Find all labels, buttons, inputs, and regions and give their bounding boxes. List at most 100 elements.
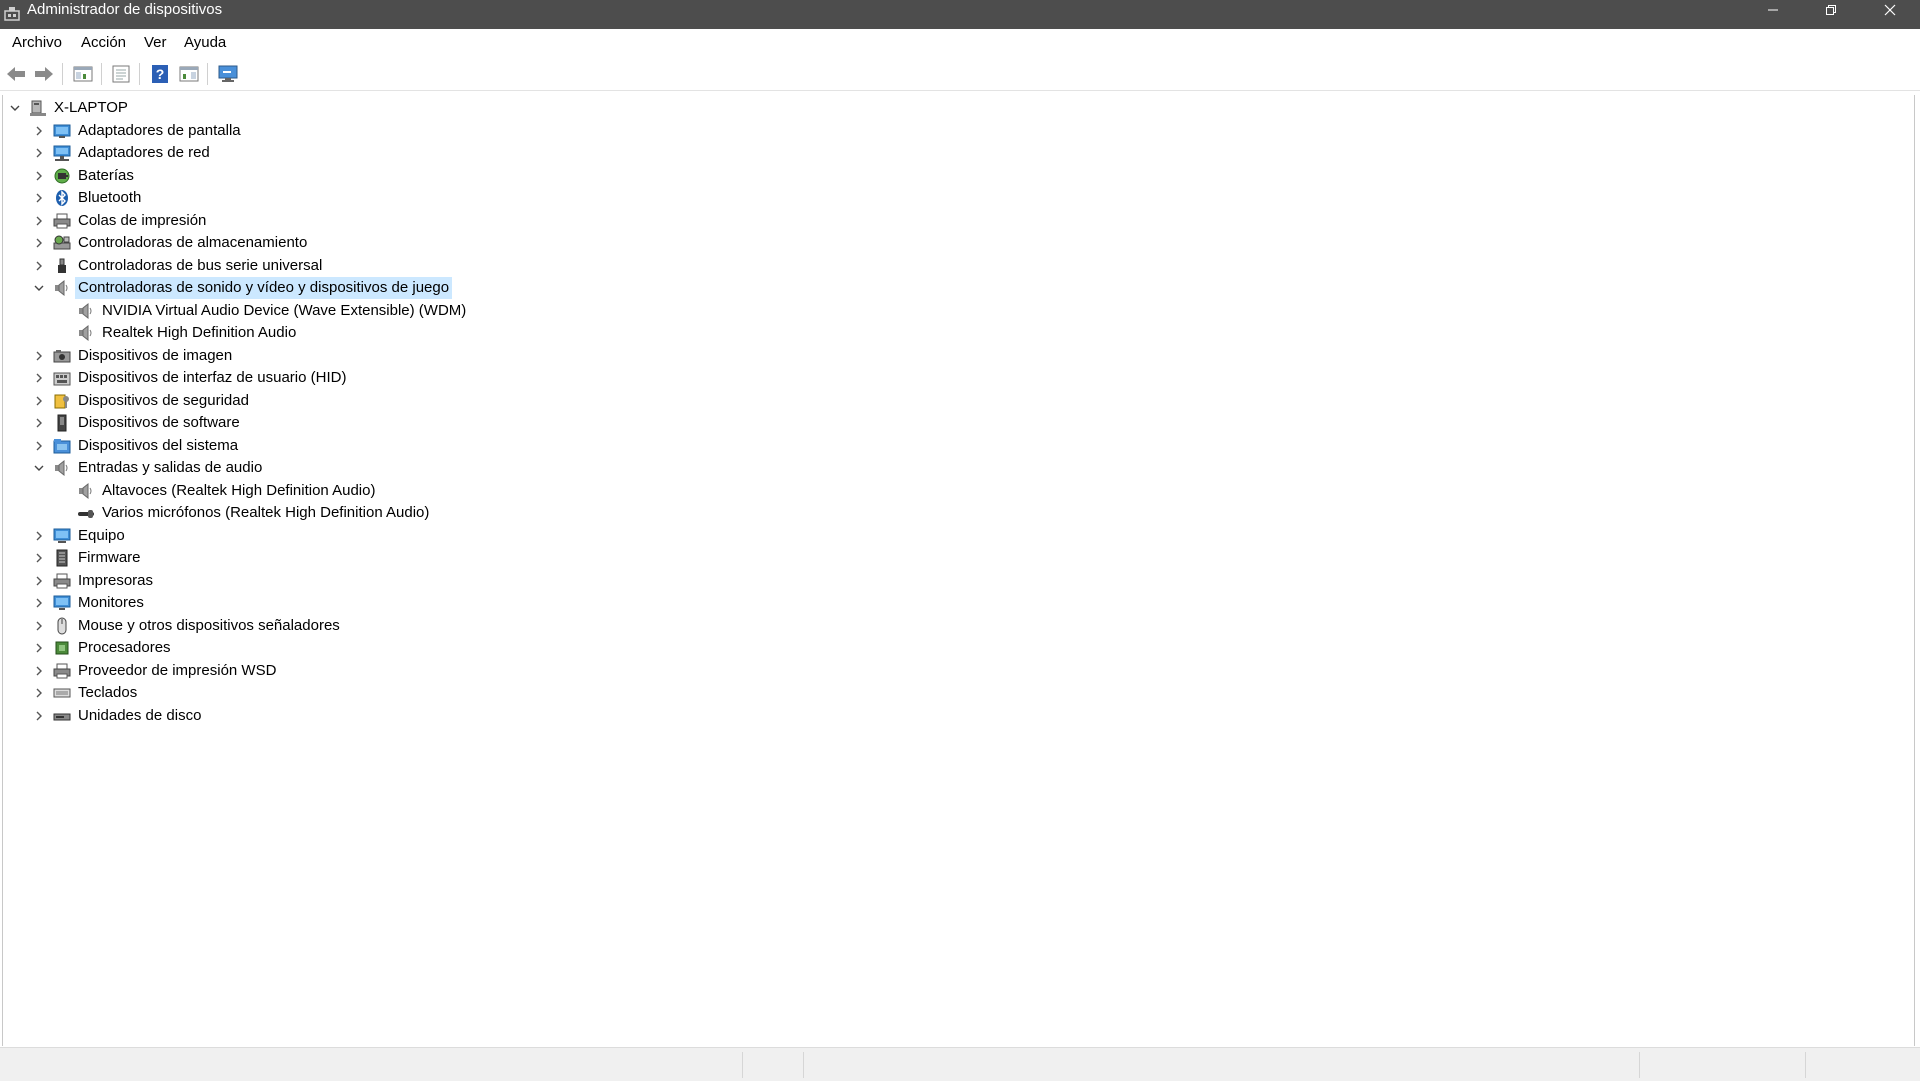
expand-chevron-icon[interactable] <box>31 232 47 254</box>
category-controladoras-de-bus-serie-universal[interactable]: Controladoras de bus serie universal <box>31 255 325 277</box>
collapse-chevron-icon[interactable] <box>7 97 23 119</box>
category-label: Unidades de disco <box>78 706 202 724</box>
title-bar[interactable]: Administrador de dispositivos <box>0 0 1920 29</box>
category-label: Dispositivos de seguridad <box>78 391 249 409</box>
category-impresoras[interactable]: Impresoras <box>31 570 156 592</box>
tree-root-label: X-LAPTOP <box>54 99 128 116</box>
device-varios-microfonos-realtek-high-definitio[interactable]: Varios micrófonos (Realtek High Definiti… <box>55 502 432 524</box>
category-procesadores[interactable]: Procesadores <box>31 637 174 659</box>
expand-chevron-icon[interactable] <box>31 142 47 164</box>
category-dispositivos-de-software[interactable]: Dispositivos de software <box>31 412 243 434</box>
usb-icon <box>53 257 71 275</box>
storage-controller-icon <box>53 234 71 252</box>
expand-chevron-icon[interactable] <box>31 637 47 659</box>
expand-chevron-icon[interactable] <box>31 255 47 277</box>
speaker-icon <box>77 324 95 342</box>
device-label: NVIDIA Virtual Audio Device (Wave Extens… <box>102 301 467 319</box>
device-altavoces-realtek-high-definition-audio[interactable]: Altavoces (Realtek High Definition Audio… <box>55 480 378 502</box>
expand-chevron-icon[interactable] <box>31 412 47 434</box>
expand-chevron-icon[interactable] <box>31 367 47 389</box>
expand-chevron-icon[interactable] <box>31 570 47 592</box>
category-label: Teclados <box>78 684 138 701</box>
category-dispositivos-de-seguridad[interactable]: Dispositivos de seguridad <box>31 390 252 412</box>
device-tree[interactable]: X-LAPTOP Adaptadores de pantalla Adaptado… <box>2 95 1915 1046</box>
category-label: Equipo <box>78 526 125 544</box>
back-button[interactable] <box>4 62 28 86</box>
category-label: Entradas y salidas de audio <box>78 459 263 476</box>
expand-chevron-icon[interactable] <box>31 547 47 569</box>
tree-root[interactable]: X-LAPTOP <box>7 97 131 119</box>
back-icon <box>7 67 25 81</box>
device-label: Altavoces (Realtek High Definition Audio… <box>102 481 376 499</box>
category-adaptadores-de-pantalla[interactable]: Adaptadores de pantalla <box>31 120 244 142</box>
restore-icon <box>1826 5 1836 15</box>
collapse-chevron-icon[interactable] <box>31 457 47 479</box>
category-label: Controladoras de bus serie universal <box>78 256 323 274</box>
expand-chevron-icon[interactable] <box>31 390 47 412</box>
expand-chevron-icon[interactable] <box>31 435 47 457</box>
category-controladoras-de-sonido-y-video-y-dispos[interactable]: Controladoras de sonido y vídeo y dispos… <box>31 277 453 299</box>
category-proveedor-de-impresion-wsd[interactable]: Proveedor de impresión WSD <box>31 660 279 682</box>
category-label: Dispositivos del sistema <box>78 436 239 454</box>
menu-ayuda[interactable]: Ayuda <box>182 29 228 57</box>
category-controladoras-de-almacenamiento[interactable]: Controladoras de almacenamiento <box>31 232 310 254</box>
category-monitores[interactable]: Monitores <box>31 592 147 614</box>
category-bluetooth[interactable]: Bluetooth <box>31 187 144 209</box>
expand-chevron-icon[interactable] <box>31 210 47 232</box>
category-dispositivos-del-sistema[interactable]: Dispositivos del sistema <box>31 435 241 457</box>
category-label: Impresoras <box>78 571 154 589</box>
device-nvidia-virtual-audio-device-wave-extensi[interactable]: NVIDIA Virtual Audio Device (Wave Extens… <box>55 300 469 322</box>
category-label: Bluetooth <box>78 189 142 206</box>
category-teclados[interactable]: Teclados <box>31 682 140 704</box>
category-colas-de-impresion[interactable]: Colas de impresión <box>31 210 209 232</box>
expand-chevron-icon[interactable] <box>31 525 47 547</box>
category-label: Adaptadores de pantalla <box>78 121 241 139</box>
category-adaptadores-de-red[interactable]: Adaptadores de red <box>31 142 213 164</box>
close-button[interactable] <box>1867 0 1913 20</box>
help-button[interactable]: ? <box>148 62 172 86</box>
category-dispositivos-de-interfaz-de-usuario-hid[interactable]: Dispositivos de interfaz de usuario (HID… <box>31 367 349 389</box>
expand-chevron-icon[interactable] <box>31 187 47 209</box>
collapse-chevron-icon[interactable] <box>31 277 47 299</box>
category-baterias[interactable]: Baterías <box>31 165 137 187</box>
category-equipo[interactable]: Equipo <box>31 525 128 547</box>
menu-accion[interactable]: Acción <box>79 29 128 57</box>
menu-archivo[interactable]: Archivo <box>10 29 64 57</box>
action-pane-icon <box>179 66 199 82</box>
firmware-icon <box>53 549 71 567</box>
scan-hardware-button[interactable] <box>216 62 240 86</box>
minimize-button[interactable] <box>1750 0 1796 20</box>
restore-button[interactable] <box>1808 0 1854 20</box>
expand-chevron-icon[interactable] <box>31 592 47 614</box>
show-hide-console-tree-button[interactable] <box>71 62 95 86</box>
expand-chevron-icon[interactable] <box>31 120 47 142</box>
properties-button[interactable] <box>109 62 133 86</box>
forward-button[interactable] <box>32 62 56 86</box>
action-pane-button[interactable] <box>177 62 201 86</box>
expand-chevron-icon[interactable] <box>31 615 47 637</box>
security-key-icon <box>53 392 71 410</box>
category-entradas-y-salidas-de-audio[interactable]: Entradas y salidas de audio <box>31 457 265 479</box>
expand-chevron-icon[interactable] <box>31 705 47 727</box>
speaker-icon <box>77 482 95 500</box>
menu-ver[interactable]: Ver <box>142 29 169 57</box>
expand-chevron-icon[interactable] <box>31 682 47 704</box>
computer-icon <box>53 527 71 545</box>
expand-chevron-icon[interactable] <box>31 165 47 187</box>
system-folder-icon <box>53 437 71 455</box>
help-icon: ? <box>152 65 168 83</box>
device-realtek-high-definition-audio[interactable]: Realtek High Definition Audio <box>55 322 299 344</box>
minimize-icon <box>1768 9 1778 11</box>
category-label: Mouse y otros dispositivos señaladores <box>78 616 340 634</box>
category-dispositivos-de-imagen[interactable]: Dispositivos de imagen <box>31 345 235 367</box>
device-label: Realtek High Definition Audio <box>102 324 297 341</box>
category-mouse-y-otros-dispositivos-senaladores[interactable]: Mouse y otros dispositivos señaladores <box>31 615 343 637</box>
category-firmware[interactable]: Firmware <box>31 547 144 569</box>
expand-chevron-icon[interactable] <box>31 345 47 367</box>
properties-icon <box>112 65 130 83</box>
expand-chevron-icon[interactable] <box>31 660 47 682</box>
keyboard-icon <box>53 684 71 702</box>
close-icon <box>1884 4 1896 16</box>
window-title: Administrador de dispositivos <box>27 1 223 18</box>
category-unidades-de-disco[interactable]: Unidades de disco <box>31 705 204 727</box>
